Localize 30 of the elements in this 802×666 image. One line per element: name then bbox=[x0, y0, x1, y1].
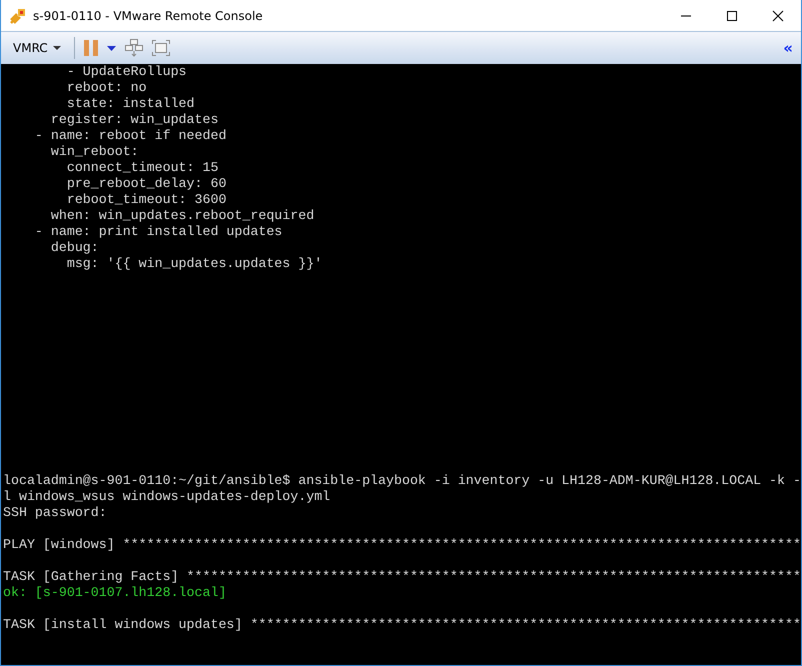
console-screen[interactable] bbox=[1, 64, 801, 665]
console-line: register: win_updates bbox=[50, 112, 218, 128]
console-line: win_reboot: bbox=[50, 144, 139, 160]
console-line: reboot: no bbox=[66, 80, 147, 96]
console-line: msg: '{{ win_updates.updates }}' bbox=[66, 256, 322, 272]
vmrc-menu-button[interactable]: VMRC bbox=[9, 39, 65, 57]
console-line: TASK [Gathering Facts] ***************************************************************************** bbox=[2, 569, 801, 585]
console-line: when: win_updates.reboot_required bbox=[50, 208, 314, 224]
console-line: reboot_timeout: 3600 bbox=[66, 192, 226, 208]
console-line: localadmin@s-901-0110:~/git/ansible$ ansible-playbook -i inventory -u LH128-ADM-KUR@LH128.LOCAL -k - bbox=[2, 473, 801, 489]
console-line: PLAY [windows] ************************************************************************************* bbox=[2, 537, 801, 553]
console-line: debug: bbox=[50, 240, 99, 256]
close-icon[interactable] bbox=[772, 10, 784, 22]
app-logo-icon bbox=[9, 6, 27, 24]
collapse-button[interactable]: « bbox=[781, 39, 795, 57]
caret-icon[interactable] bbox=[106, 46, 116, 50]
window-title: s-901-0110 - VMware Remote Console bbox=[33, 8, 263, 22]
console-line: pre_reboot_delay: 60 bbox=[66, 176, 226, 192]
console-line: connect_timeout: 15 bbox=[66, 160, 218, 176]
maximize-icon[interactable] bbox=[726, 10, 738, 22]
console-line: - UpdateRollups bbox=[66, 64, 187, 80]
network-icon[interactable] bbox=[124, 39, 143, 57]
console-line: TASK [install windows updates] ********************************************************************* bbox=[2, 617, 801, 633]
fullscreen-icon[interactable] bbox=[152, 40, 170, 56]
console-line: SSH password: bbox=[2, 505, 107, 521]
console-line: ok: [s-901-0107.lh128.local] bbox=[2, 585, 226, 601]
console-line: - name: print installed updates bbox=[34, 224, 282, 240]
console-line: state: installed bbox=[66, 96, 195, 112]
console-line: l windows_wsus windows-updates-deploy.yml bbox=[2, 489, 330, 505]
console-line: - name: reboot if needed bbox=[34, 128, 226, 144]
